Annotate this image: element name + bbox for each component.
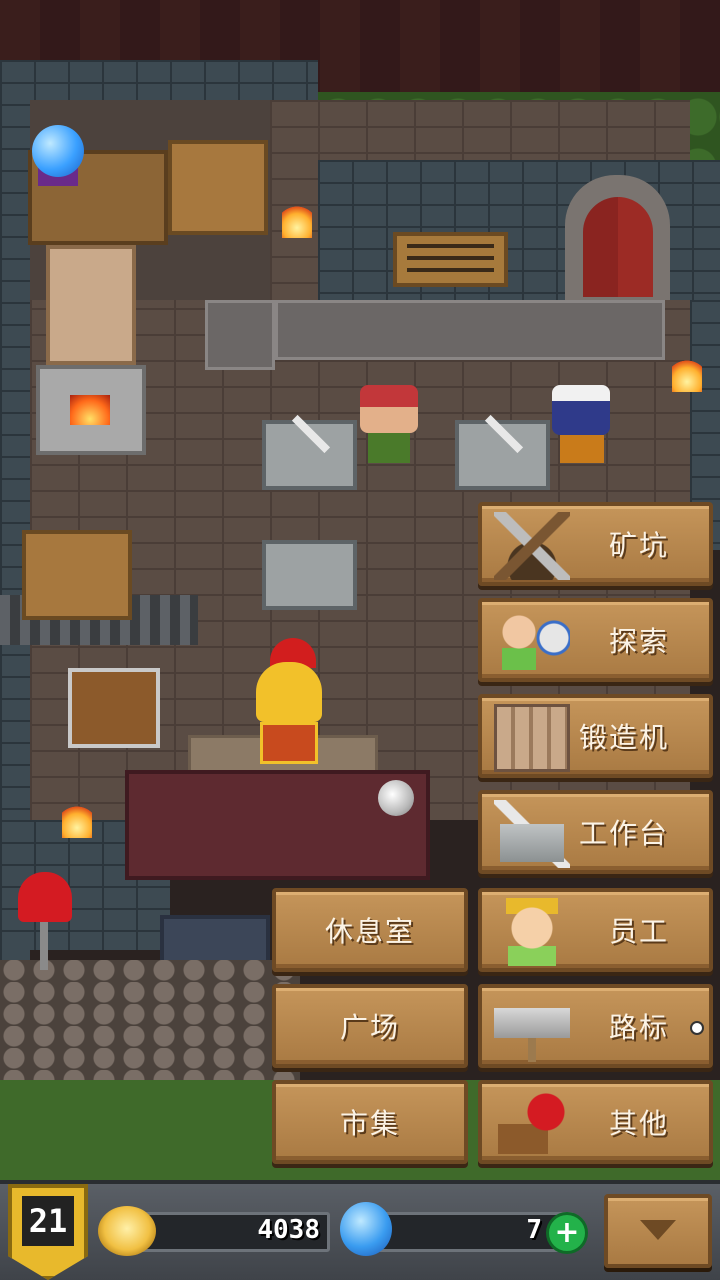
- chest-mailbox-icon: [494, 1090, 570, 1158]
- fire-icon: [70, 395, 110, 425]
- market-button[interactable]: 市集: [272, 1080, 468, 1164]
- workbench-2[interactable]: [455, 414, 550, 490]
- explore-button[interactable]: 探索: [478, 598, 713, 682]
- torch-icon: [62, 804, 92, 838]
- plus-icon: +: [554, 1215, 580, 1250]
- mine-button[interactable]: 矿坑: [478, 502, 713, 586]
- other-button[interactable]: 其他: [478, 1080, 713, 1164]
- forge-machine-icon: [494, 704, 570, 772]
- mine-label: 矿坑: [608, 529, 669, 562]
- torch-icon: [672, 358, 702, 392]
- wooden-shelf: [168, 140, 268, 235]
- ore-cart[interactable]: [22, 530, 132, 620]
- market-label: 市集: [339, 1107, 400, 1140]
- blue-gem-icon: [340, 1202, 392, 1256]
- lounge-label: 休息室: [324, 915, 415, 948]
- plaza-button[interactable]: 广场: [272, 984, 468, 1068]
- lounge-button[interactable]: 休息室: [272, 888, 468, 972]
- other-label: 其他: [608, 1107, 669, 1140]
- explore-label: 探索: [608, 625, 669, 658]
- stone-wall-top: [0, 60, 318, 100]
- arched-door[interactable]: [565, 175, 670, 300]
- staff-button[interactable]: 员工: [478, 888, 713, 972]
- status-bar: 21 4038 7 +: [0, 1180, 720, 1280]
- explorer-compass-icon: [494, 608, 570, 676]
- gold-coin-icon: [98, 1206, 156, 1256]
- workbench-3-empty[interactable]: [262, 540, 357, 610]
- hammer-icon: [484, 414, 524, 454]
- torch-icon: [282, 204, 312, 238]
- forge-button[interactable]: 锻造机: [478, 694, 713, 778]
- forge-label: 锻造机: [578, 721, 669, 754]
- gem-track: [362, 1212, 574, 1252]
- signpost-button[interactable]: 路标: [478, 984, 713, 1068]
- pickaxe-mine-icon: [494, 512, 570, 580]
- signpost-arrow-icon: [494, 994, 570, 1062]
- back-ledge: [275, 300, 665, 360]
- workbench-hammer-icon: [494, 800, 570, 868]
- notice-board[interactable]: [393, 232, 508, 287]
- triangle-down-icon: [640, 1220, 676, 1240]
- collapse-menu-button[interactable]: [604, 1194, 712, 1268]
- treasure-chest[interactable]: [68, 668, 160, 748]
- workbench-1[interactable]: [262, 414, 357, 490]
- staff-portrait-icon: [494, 898, 570, 966]
- gem-value: 7: [526, 1215, 542, 1245]
- stone-pillar: [205, 300, 275, 370]
- cobblestone-path: [0, 960, 300, 1080]
- workbench-button[interactable]: 工作台: [478, 790, 713, 874]
- add-gems-button[interactable]: +: [546, 1212, 588, 1254]
- level-value: 21: [28, 1202, 68, 1240]
- crystal-ball-icon[interactable]: [32, 125, 84, 177]
- indicator-dot: [690, 1021, 704, 1035]
- staff-label: 员工: [608, 915, 669, 948]
- plaza-label: 广场: [339, 1011, 400, 1044]
- level-badge[interactable]: 21: [8, 1184, 88, 1280]
- mailbox-icon[interactable]: [18, 872, 72, 922]
- mailbox-post: [40, 920, 48, 970]
- hammer-icon: [291, 414, 331, 454]
- workbench-label: 工作台: [578, 817, 669, 850]
- forge-furnace[interactable]: [36, 245, 146, 460]
- signpost-label: 路标: [608, 1011, 669, 1044]
- gold-value: 4038: [257, 1215, 320, 1245]
- service-bell-icon[interactable]: [378, 780, 414, 816]
